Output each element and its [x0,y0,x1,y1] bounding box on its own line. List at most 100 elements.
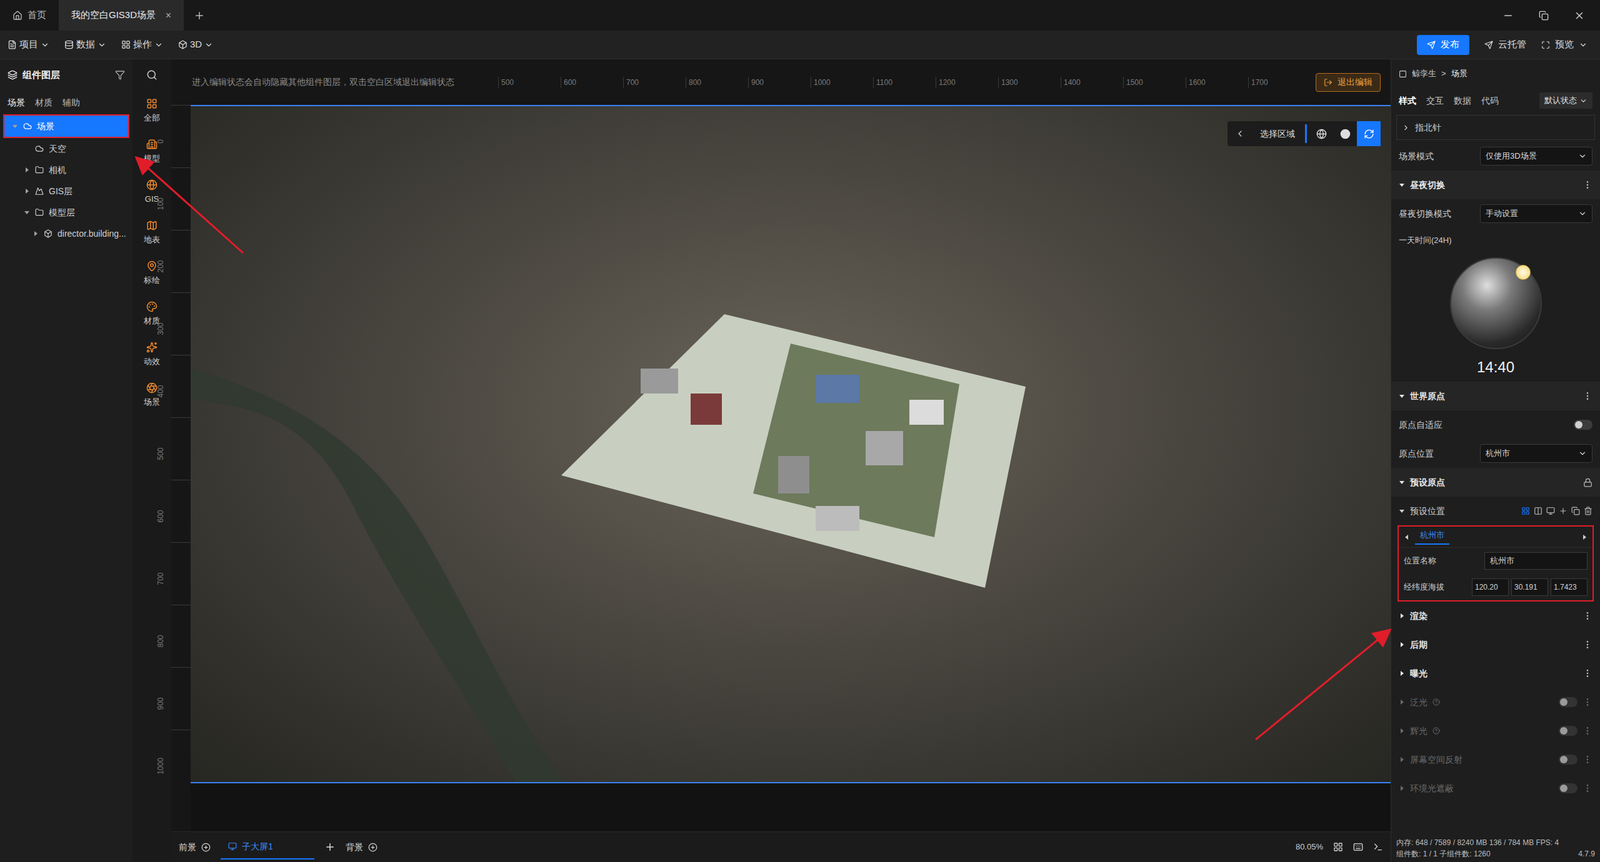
more-icon[interactable] [1582,668,1593,679]
minimize-icon[interactable] [1502,10,1514,22]
toggle-switch[interactable] [1558,726,1578,737]
category-item[interactable]: 模型 [143,131,160,172]
category-item[interactable]: 地表 [143,212,160,254]
screen-tab[interactable]: 子大屏1 [220,835,315,860]
view-mode-button[interactable] [1356,121,1381,147]
window-tab[interactable]: 首页 [0,0,59,31]
caret-down-icon[interactable] [1398,181,1405,189]
collapsed-section[interactable]: 后期 [1391,630,1600,660]
add-icon[interactable] [1558,506,1568,516]
sun-knob[interactable] [1515,265,1531,280]
copy-icon[interactable] [1571,506,1580,516]
caret-right-icon[interactable] [1398,613,1405,620]
window-tab[interactable]: 我的空白GIS3D场景× [58,0,184,31]
category-item[interactable]: 标绘 [143,253,160,294]
text-input[interactable]: 杭州市 [1484,552,1588,570]
chevron-left-icon[interactable] [1235,128,1245,139]
caret-right-icon[interactable] [1581,534,1588,541]
caret-right-icon[interactable] [1398,785,1405,792]
toggle-switch[interactable] [1573,420,1593,430]
time-dial[interactable] [1391,253,1600,354]
more-icon[interactable] [1582,391,1593,402]
search-icon[interactable] [146,69,158,81]
toggle-switch[interactable] [1558,783,1578,794]
caret-down-icon[interactable] [1398,508,1405,515]
foreground-button[interactable]: 前景 [178,841,211,855]
more-icon[interactable] [1582,783,1593,794]
caret-right-icon[interactable] [1398,728,1405,735]
category-item[interactable]: 动效 [143,334,160,375]
toggle-switch[interactable] [1558,755,1578,765]
menu-item[interactable]: 操作 [121,37,164,52]
tree-item[interactable]: 场景 [4,115,129,137]
caret-down-icon[interactable] [23,209,30,216]
restore-icon[interactable] [1538,10,1549,21]
preset-tab[interactable]: 杭州市 [1415,529,1450,546]
more-icon[interactable] [1582,726,1593,737]
preview-button[interactable]: 预览 [1541,37,1588,52]
more-icon[interactable] [1582,180,1593,190]
filter-icon[interactable] [115,70,125,80]
terminal-icon[interactable] [1373,842,1384,853]
caret-right-icon[interactable] [23,188,30,195]
caret-right-icon[interactable] [1398,756,1405,764]
caret-right-icon[interactable] [23,166,30,174]
new-tab-button[interactable] [183,0,215,31]
number-input[interactable]: 30.191 [1511,578,1549,597]
preset-tool-icon[interactable] [1533,506,1543,516]
caret-right-icon[interactable] [1398,699,1405,706]
more-icon[interactable] [1582,755,1593,765]
section-header[interactable]: 世界原点 [1391,381,1600,411]
exit-edit-button[interactable]: 退出编辑 [1315,73,1381,92]
number-input[interactable]: 120.20 [1471,578,1509,597]
grid-icon[interactable] [1333,842,1344,853]
property-tab[interactable]: 交互 [1426,94,1444,108]
caret-down-icon[interactable] [11,123,19,130]
caret-right-icon[interactable] [1398,641,1405,649]
toggle-switch[interactable] [1558,697,1578,708]
collapsed-section[interactable]: 辉光 [1391,716,1600,746]
collapsed-section[interactable]: 曝光 [1391,659,1600,689]
help-icon[interactable] [1432,727,1440,735]
more-icon[interactable] [1582,640,1593,650]
tree-item[interactable]: 天空 [0,138,133,160]
scene-viewport[interactable]: 选择区域 [190,105,1391,784]
background-button[interactable]: 背景 [345,841,378,855]
property-tab[interactable]: 样式 [1398,94,1417,108]
keyboard-icon[interactable] [1353,842,1364,853]
close-icon[interactable] [1573,10,1585,22]
menu-item[interactable]: 数据 [64,37,107,52]
preset-tool-icon[interactable] [1521,506,1530,516]
collapsed-section[interactable]: 屏幕空间反射 [1391,745,1600,775]
section-header[interactable]: 昼夜切换 [1391,170,1600,200]
property-tab[interactable]: 数据 [1453,94,1472,108]
preset-tool-icon[interactable] [1546,506,1555,516]
view-mode-button[interactable] [1333,121,1357,147]
tree-item[interactable]: GIS层 [0,180,133,202]
select[interactable]: 手动设置 [1480,204,1593,224]
collapsed-section[interactable]: 泛光 [1391,688,1600,717]
more-icon[interactable] [1582,611,1593,622]
tree-item[interactable]: 相机 [0,159,133,181]
layers-tab[interactable]: 材质 [35,96,53,110]
add-screen-icon[interactable] [324,841,336,854]
caret-down-icon[interactable] [1398,393,1405,400]
select-area-button[interactable]: 选择区域 [1252,127,1303,141]
caret-down-icon[interactable] [1398,479,1405,486]
layers-tab[interactable]: 场景 [7,96,25,110]
layers-tab[interactable]: 辅助 [62,96,80,110]
caret-right-icon[interactable] [1398,670,1405,677]
zoom-level[interactable]: 80.05% [1295,841,1324,854]
section-header[interactable]: 预设原点 [1391,468,1600,497]
number-input[interactable]: 1.7423 [1550,578,1588,597]
help-icon[interactable] [1432,698,1440,707]
compass-row[interactable]: 指北针 [1396,115,1595,140]
publish-button[interactable]: 发布 [1416,35,1470,55]
lock-icon[interactable] [1583,478,1593,488]
select[interactable]: 杭州市 [1480,444,1593,464]
property-tab[interactable]: 代码 [1481,94,1499,108]
select[interactable]: 仅使用3D场景 [1480,146,1593,166]
cloud-button[interactable]: 云托管 [1484,37,1527,52]
view-mode-button[interactable] [1309,121,1334,147]
tree-item[interactable]: 模型层 [0,201,133,224]
